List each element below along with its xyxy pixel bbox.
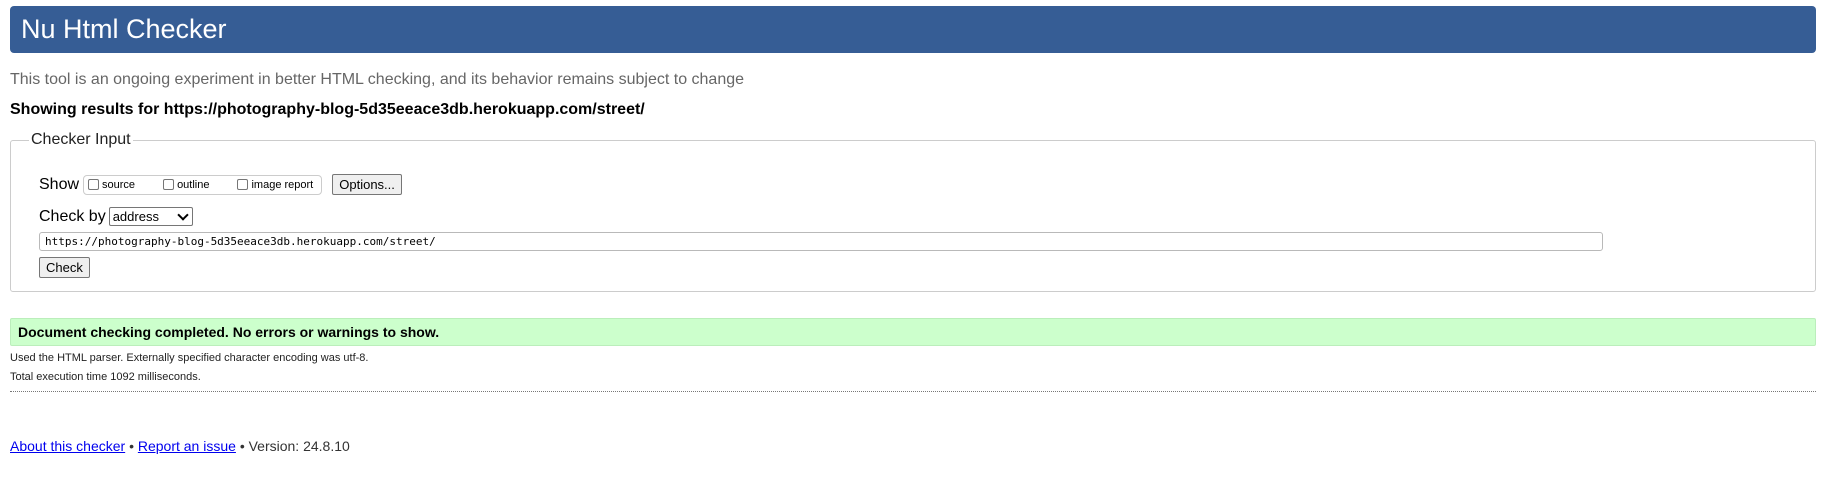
options-button[interactable]: Options... (332, 174, 402, 195)
checker-input-legend: Checker Input (31, 131, 131, 148)
image-report-label: image report (251, 178, 314, 191)
execution-time: Total execution time 1092 milliseconds. (10, 371, 201, 383)
footer-separator: • (129, 438, 134, 454)
outline-checkbox[interactable] (163, 179, 175, 190)
footer: About this checker • Report an issue • V… (10, 438, 350, 454)
show-outline-option[interactable]: outline (161, 179, 209, 191)
parser-info: Used the HTML parser. Externally specifi… (10, 352, 369, 364)
version-text: Version: 24.8.10 (248, 438, 350, 454)
source-checkbox[interactable] (88, 179, 100, 190)
url-input[interactable]: https://photography-blog-5d35eeace3db.he… (39, 232, 1603, 251)
check-by-row: Check by address (39, 207, 193, 226)
about-checker-link[interactable]: About this checker (10, 438, 125, 454)
report-issue-link[interactable]: Report an issue (138, 438, 236, 454)
show-row: Show source outline image report Options… (39, 174, 402, 195)
check-by-label: Check by (39, 207, 106, 225)
check-by-selected-value: address (112, 209, 159, 224)
intro-text: This tool is an ongoing experiment in be… (10, 71, 745, 88)
check-by-select[interactable]: address (108, 207, 193, 226)
divider (10, 391, 1816, 392)
results-heading: Showing results for https://photography-… (10, 101, 645, 118)
header-bar: Nu Html Checker (10, 6, 1816, 53)
outline-label: outline (177, 178, 210, 191)
page-title: Nu Html Checker (21, 14, 227, 44)
show-options-group: source outline image report (83, 174, 323, 195)
footer-separator: • (239, 438, 245, 454)
check-button[interactable]: Check (39, 257, 90, 278)
checker-input-fieldset: Checker Input Show source outline image … (10, 131, 1816, 292)
source-label: source (102, 178, 136, 191)
success-message: Document checking completed. No errors o… (10, 318, 1816, 346)
show-label: Show (39, 175, 80, 193)
chevron-down-icon (177, 208, 189, 221)
page: Nu Html Checker This tool is an ongoing … (0, 0, 1826, 496)
show-source-option[interactable]: source (86, 179, 135, 191)
image-report-checkbox[interactable] (237, 179, 249, 190)
show-image-report-option[interactable]: image report (235, 179, 313, 191)
